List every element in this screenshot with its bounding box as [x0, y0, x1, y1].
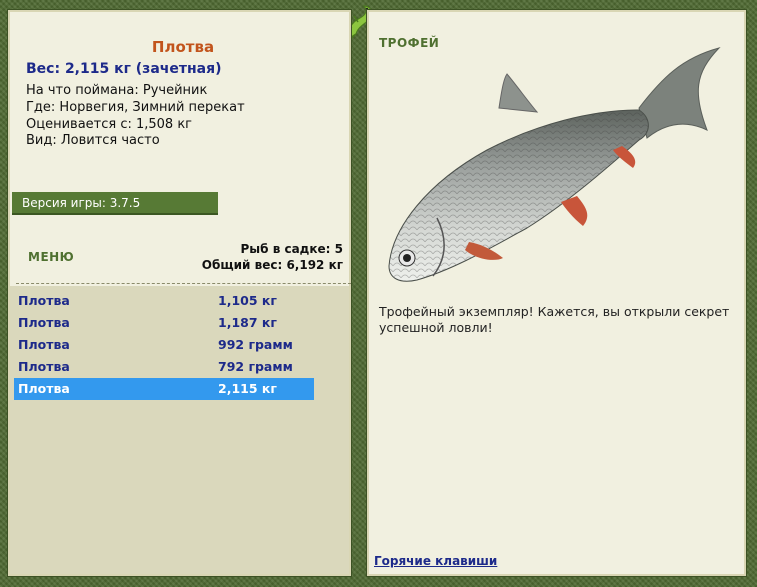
catch-list-item[interactable]: Плотва 992 грамм — [14, 334, 314, 356]
catch-weight: 2,115 кг — [218, 381, 277, 396]
total-weight: Общий вес: 6,192 кг — [201, 258, 343, 272]
catch-list: Плотва 1,105 кг Плотва 1,187 кг Плотва 9… — [10, 286, 349, 574]
catch-name: Плотва — [18, 381, 70, 396]
location-info: Где: Норвегия, Зимний перекат — [26, 100, 245, 115]
bait-info: На что поймана: Ручейник — [26, 83, 208, 98]
catch-list-item[interactable]: Плотва 1,105 кг — [14, 290, 314, 312]
game-version-bar: Версия игры: 3.7.5 — [12, 192, 218, 215]
fish-weight: Вес: 2,115 кг (зачетная) — [26, 61, 222, 77]
divider — [16, 283, 351, 284]
fish-count: Рыб в садке: 5 — [240, 242, 344, 256]
catch-name: Плотва — [18, 359, 70, 374]
trophy-panel: ТРОФЕЙ Трофейный экземпляр! Кажется, вы … — [367, 10, 746, 576]
roach-fish-image — [388, 47, 721, 282]
catch-name: Плотва — [18, 293, 70, 308]
catch-list-item[interactable]: Плотва 1,187 кг — [14, 312, 314, 334]
catch-name: Плотва — [18, 315, 70, 330]
catch-info-panel: Плотва Вес: 2,115 кг (зачетная) На что п… — [8, 10, 351, 576]
catch-list-item[interactable]: Плотва 792 грамм — [14, 356, 314, 378]
catch-list-item-selected[interactable]: Плотва 2,115 кг — [14, 378, 314, 400]
catch-weight: 1,187 кг — [218, 315, 277, 330]
keep-net-stats: Рыб в садке: 5 Общий вес: 6,192 кг — [202, 241, 343, 273]
catch-weight: 992 грамм — [218, 337, 293, 352]
fish-name-title: Плотва — [151, 38, 215, 56]
hotkeys-link[interactable]: Горячие клавиши — [374, 554, 497, 568]
value-info: Оценивается с: 1,508 кг — [26, 117, 193, 132]
catch-weight: 1,105 кг — [218, 293, 277, 308]
catch-weight: 792 грамм — [218, 359, 293, 374]
kind-info: Вид: Ловится часто — [26, 133, 160, 148]
trophy-description: Трофейный экземпляр! Кажется, вы открыли… — [379, 304, 730, 335]
catch-name: Плотва — [18, 337, 70, 352]
menu-button[interactable]: МЕНЮ — [28, 250, 74, 264]
